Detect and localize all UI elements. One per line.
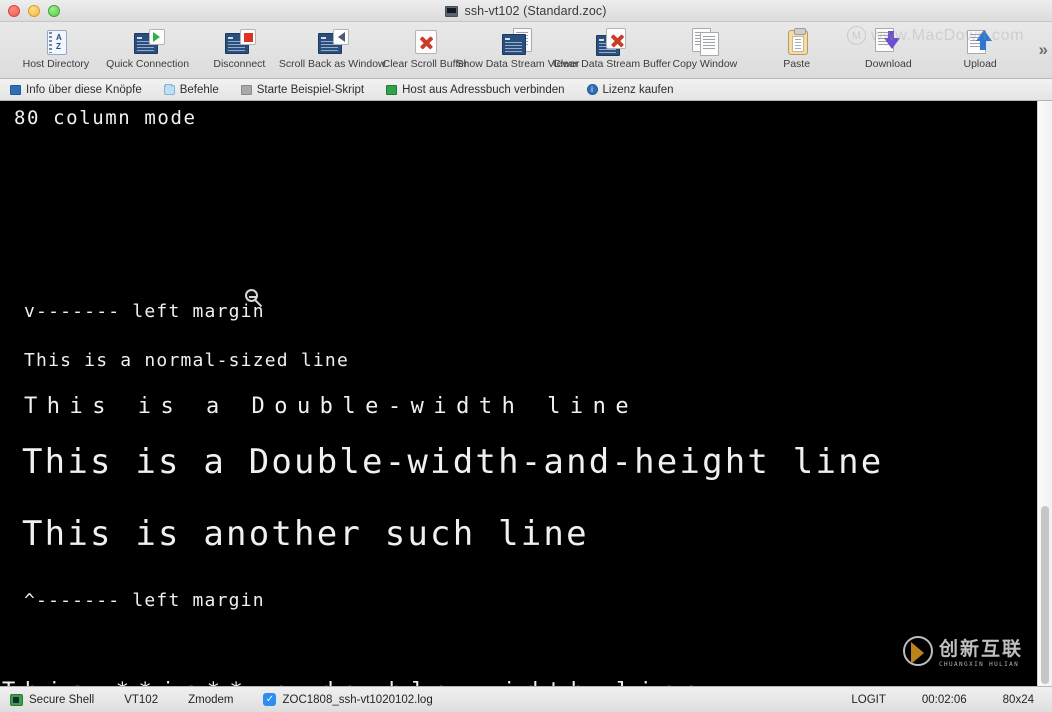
toolbar-button-disconnect[interactable]: Disconnect: [194, 25, 286, 71]
status-transfer-label: Zmodem: [188, 693, 234, 706]
watermark-cn-subtext: CHUANGXIN HULIAN: [938, 661, 1020, 668]
download-arrow-icon: [871, 27, 905, 57]
button-bar-label: Befehle: [179, 83, 219, 96]
toolbar-label: Upload: [963, 58, 997, 70]
toolbar-button-clear-data-stream-buffer[interactable]: Clear Data Stream Buffer: [553, 25, 671, 71]
toolbar-label: Quick Connection: [106, 58, 190, 70]
terminal-line-double-wh-2: This is another such line: [22, 514, 589, 554]
zoc-terminal-window: ssh-vt102 (Standard.zoc) AZ Host Directo…: [0, 0, 1052, 712]
terminal-line-double-wh-1: This is a Double-width-and-height line: [22, 442, 884, 482]
folder-icon: [163, 83, 175, 95]
toolbar-button-show-data-stream-viewer[interactable]: Show Data Stream Viewer: [457, 25, 579, 71]
status-transfer[interactable]: Zmodem: [188, 694, 233, 706]
toolbar-label: Disconnect: [213, 58, 266, 70]
data-stream-clear-icon: [595, 27, 629, 57]
button-bar-label: Starte Beispiel-Skript: [256, 83, 365, 96]
scrollbar-thumb[interactable]: [1041, 506, 1049, 684]
terminal-line-normal: This is a normal-sized line: [24, 350, 349, 371]
button-bar: Info über diese Knöpfe Befehle Starte Be…: [0, 79, 1052, 101]
green-square-icon: [386, 84, 398, 95]
button-bar-item-connect-host[interactable]: Host aus Adressbuch verbinden: [386, 83, 565, 96]
toolbar-overflow-button[interactable]: »: [1039, 40, 1049, 60]
terminal-line-bottom-margin: ^------- left margin: [24, 590, 265, 611]
terminal-line-top-margin: v------- left margin: [24, 301, 265, 322]
close-button[interactable]: [8, 5, 20, 17]
logfile-checkbox[interactable]: ✓: [263, 693, 277, 706]
terminal-back-icon: [315, 27, 350, 57]
toolbar-label: Clear Scroll Buffer: [382, 58, 468, 70]
gray-square-icon: [240, 84, 252, 95]
window-title: ssh-vt102 (Standard.zoc): [464, 4, 607, 18]
toolbar-label: Download: [865, 58, 912, 70]
terminal-scrollbar[interactable]: [1037, 101, 1052, 686]
toolbar-button-upload[interactable]: Upload: [934, 25, 1026, 71]
button-bar-item-start-sample-script[interactable]: Starte Beispiel-Skript: [240, 83, 365, 96]
toolbar-button-copy-window[interactable]: Copy Window: [659, 25, 751, 71]
button-bar-item-commands[interactable]: Befehle: [163, 83, 219, 96]
toolbar-button-download[interactable]: Download: [843, 25, 935, 71]
terminal-stop-icon: [222, 27, 257, 57]
status-elapsed-timer: 00:02:06: [921, 693, 967, 706]
button-bar-item-info[interactable]: Info über diese Knöpfe: [10, 84, 142, 96]
status-screen-size: 80x24: [1002, 693, 1034, 706]
terminal-line-double-width-2: This **is** a double-width line: [2, 679, 707, 686]
upload-arrow-icon: [963, 27, 997, 57]
terminal-line-header: 80 column mode: [14, 107, 197, 129]
data-stream-icon: [501, 27, 535, 57]
toolbar-label: Copy Window: [672, 58, 738, 70]
toolbar-button-paste[interactable]: Paste: [751, 25, 843, 71]
button-bar-item-buy-license[interactable]: i Lizenz kaufen: [586, 83, 674, 96]
red-x-icon: [408, 27, 442, 57]
status-logfile[interactable]: ✓ ZOC1808_ssh-vt1020102.log: [263, 693, 433, 706]
terminal-window-icon: [445, 5, 459, 17]
address-book-icon: AZ: [39, 27, 73, 57]
window-controls[interactable]: [8, 5, 60, 17]
toolbar-label: Clear Data Stream Buffer: [553, 58, 671, 70]
button-bar-label: Info über diese Knöpfe: [26, 83, 142, 96]
statusbar: Secure Shell VT102 Zmodem ✓ ZOC1808_ssh-…: [0, 686, 1052, 712]
blue-info-dot-icon: i: [586, 84, 598, 95]
blue-square-icon: [10, 84, 21, 95]
toolbar-button-scroll-back-as-window[interactable]: Scroll Back as Window: [279, 25, 386, 71]
secure-shell-icon: [10, 693, 23, 706]
button-bar-label: Lizenz kaufen: [602, 83, 674, 96]
titlebar: ssh-vt102 (Standard.zoc): [0, 0, 1052, 22]
terminal-play-icon: [131, 27, 165, 57]
toolbar: AZ Host Directory Quick Connection Disco…: [0, 22, 1052, 79]
zoom-button[interactable]: [48, 5, 60, 17]
toolbar-label: Paste: [783, 58, 811, 70]
watermark-cn-text: 创新互联: [938, 638, 1023, 660]
toolbar-label: Scroll Back as Window: [278, 58, 386, 70]
status-emulation-label: VT102: [124, 693, 159, 706]
toolbar-button-quick-connection[interactable]: Quick Connection: [102, 25, 194, 71]
status-connection-label: Secure Shell: [29, 693, 95, 706]
clipboard-icon: [780, 27, 814, 57]
copy-documents-icon: [688, 27, 722, 57]
status-connection[interactable]: Secure Shell: [10, 693, 95, 706]
terminal-line-double-width: This is a Double-width line: [24, 394, 639, 419]
watermark-logo-icon: [902, 636, 933, 666]
toolbar-label: Host Directory: [22, 58, 90, 70]
status-emulation[interactable]: VT102: [124, 694, 158, 706]
terminal-area: 80 column mode v------- left margin This…: [0, 101, 1052, 686]
status-logfile-label: ZOC1808_ssh-vt1020102.log: [282, 693, 433, 706]
status-logit-label[interactable]: LOGIT: [851, 694, 886, 706]
chuangxin-watermark: 创新互联 CHUANGXIN HULIAN: [902, 634, 1023, 668]
window-title-group: ssh-vt102 (Standard.zoc): [0, 0, 1052, 22]
button-bar-label: Host aus Adressbuch verbinden: [402, 83, 565, 96]
minimize-button[interactable]: [28, 5, 40, 17]
toolbar-button-host-directory[interactable]: AZ Host Directory: [10, 25, 102, 71]
terminal-screen[interactable]: 80 column mode v------- left margin This…: [0, 101, 1037, 686]
